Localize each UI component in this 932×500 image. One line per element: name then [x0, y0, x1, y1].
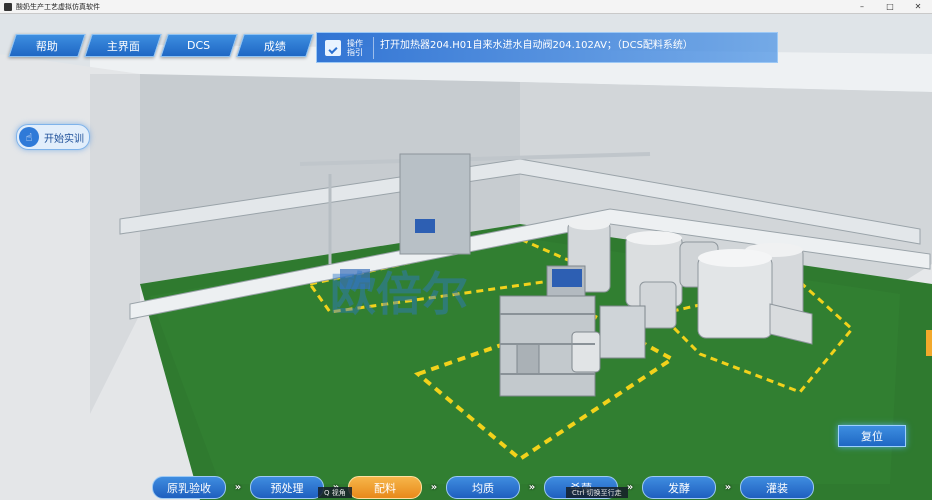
close-icon[interactable]: ✕: [904, 0, 932, 13]
clipboard-check-icon: [325, 39, 341, 56]
guide-divider: [373, 36, 374, 59]
score-label: 成绩: [264, 39, 286, 53]
step-ferment[interactable]: 发酵: [642, 476, 716, 499]
3d-viewport[interactable]: 欧倍尔 帮助 主界面 DCS 成绩 操作指引 打开加热器204.H01自来水进水…: [0, 14, 932, 500]
walk-hint: Ctrl 切换至行走: [566, 487, 628, 498]
window-titlebar: 酸奶生产工艺虚拟仿真软件 – □ ✕: [0, 0, 932, 14]
dcs-button[interactable]: DCS: [160, 34, 238, 57]
step-label: 均质: [472, 481, 494, 495]
app-icon: [4, 2, 12, 11]
step-homogenize[interactable]: 均质: [446, 476, 520, 499]
hand-pointer-icon: ☝: [19, 127, 39, 147]
main-menu-label: 主界面: [106, 39, 140, 53]
reset-button[interactable]: 复位: [838, 425, 906, 447]
top-nav: 帮助 主界面 DCS 成绩: [8, 34, 314, 57]
watermark-text: 欧倍尔: [330, 267, 468, 321]
chevron-right-icon: »: [234, 482, 242, 493]
reset-label: 复位: [861, 430, 883, 443]
guide-text: 打开加热器204.H01自来水进水自动阀204.102AV；（DCS配料系统）: [380, 39, 693, 51]
step-label: 预处理: [270, 481, 304, 495]
start-training-label: 开始实训: [44, 133, 84, 145]
dcs-label: DCS: [187, 39, 211, 52]
step-raw-milk[interactable]: 原乳验收: [152, 476, 226, 499]
side-panel-tab[interactable]: [926, 330, 932, 356]
chevron-right-icon: »: [528, 482, 536, 493]
window-title: 酸奶生产工艺虚拟仿真软件: [16, 2, 100, 11]
help-button[interactable]: 帮助: [8, 34, 86, 57]
step-label: 发酵: [668, 481, 690, 495]
main-menu-button[interactable]: 主界面: [84, 34, 162, 57]
score-button[interactable]: 成绩: [236, 34, 314, 57]
factory-scene: 欧倍尔: [0, 14, 932, 500]
chevron-right-icon: »: [724, 482, 732, 493]
step-label: 原乳验收: [167, 481, 211, 495]
step-batching[interactable]: 配料: [348, 476, 422, 499]
step-label: 配料: [374, 481, 396, 495]
step-label: 灌装: [766, 481, 788, 495]
chevron-right-icon: »: [430, 482, 438, 493]
view-hint: Q 视角: [318, 487, 352, 498]
guide-label: 操作指引: [347, 38, 363, 57]
step-filling[interactable]: 灌装: [740, 476, 814, 499]
start-training-button[interactable]: ☝ 开始实训: [16, 124, 90, 150]
minimize-icon[interactable]: –: [848, 0, 876, 13]
process-steps: 原乳验收 » 预处理 » 配料 » 均质 » 杀菌 » 发酵 » 灌装: [152, 476, 814, 499]
step-pretreatment[interactable]: 预处理: [250, 476, 324, 499]
help-label: 帮助: [36, 39, 58, 53]
operation-guide-banner: 操作指引 打开加热器204.H01自来水进水自动阀204.102AV；（DCS配…: [316, 32, 778, 63]
maximize-icon[interactable]: □: [876, 0, 904, 13]
